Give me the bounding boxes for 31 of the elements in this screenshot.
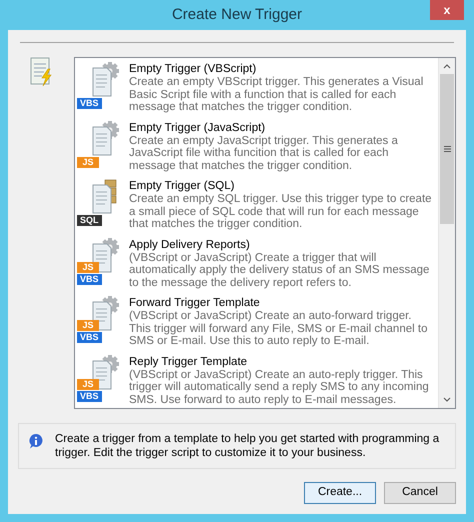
template-description: Create an empty JavaScript trigger. This generates a JavaScript file witha funcition that is called for each message that matches the trigger condition. (129, 134, 399, 172)
language-label: JS (77, 378, 99, 390)
scrollbar[interactable] (438, 58, 455, 408)
template-title[interactable]: Empty Trigger (JavaScript) (129, 122, 434, 134)
template-description: Create an empty VBScript trigger. This generates a Visual Basic Script file with a function that is called for each message that matches the trigger condition. (129, 76, 424, 114)
language-label: VBS (77, 332, 102, 343)
language-label: VBS (77, 274, 102, 284)
scroll-thumb[interactable] (440, 74, 454, 224)
template-title[interactable]: Reply Trigger Template (129, 356, 434, 368)
script-lightning-icon (30, 57, 54, 87)
template-description: (VBScript or JavaScript) Create an auto-forward trigger. This trigger will forward any File, SMS or E-mail channel to SMS or E-mail. Use this to auto reply to E-mail. (129, 310, 428, 348)
language-label: JS (77, 320, 99, 331)
template-title[interactable]: Forward Trigger Template (129, 297, 434, 310)
close-button[interactable]: x (430, 0, 464, 20)
language-label: JS (77, 262, 99, 272)
create-button[interactable]: Create... (304, 482, 376, 504)
template-title[interactable]: Apply Delivery Reports) (129, 238, 434, 252)
cancel-button[interactable]: Cancel (384, 482, 456, 504)
language-label: JS (77, 156, 99, 168)
template-title[interactable]: Empty Trigger (SQL) (129, 180, 434, 193)
template-description: (VBScript or JavaScript) Create an auto-reply trigger. This trigger will automatically send a reply SMS to any incoming SMS. Use forward to auto reply to E-mail messages. (129, 368, 430, 406)
info-icon (29, 434, 43, 449)
language-label: VBS (77, 98, 102, 109)
template-description: Create an empty SQL trigger. Use this trigger type to create a small piece of SQL code that will run for each message that matches the trigger condition. (129, 193, 433, 230)
grip-icon (444, 146, 450, 152)
language-label: SQL (77, 215, 102, 226)
window-title: Create New Trigger (172, 4, 302, 25)
template-description: (VBScript or JavaScript) Create a trigger that will automatically apply the delivery status of an SMS message to the message the delivery report refers to. (129, 252, 430, 289)
info-text: Create a trigger from a template to help you get started with programming a trigger. Edit the trigger script to customize it to your business. (55, 432, 440, 460)
language-label: VBS (77, 390, 102, 402)
template-title[interactable]: Empty Trigger (VBScript) (129, 63, 434, 76)
